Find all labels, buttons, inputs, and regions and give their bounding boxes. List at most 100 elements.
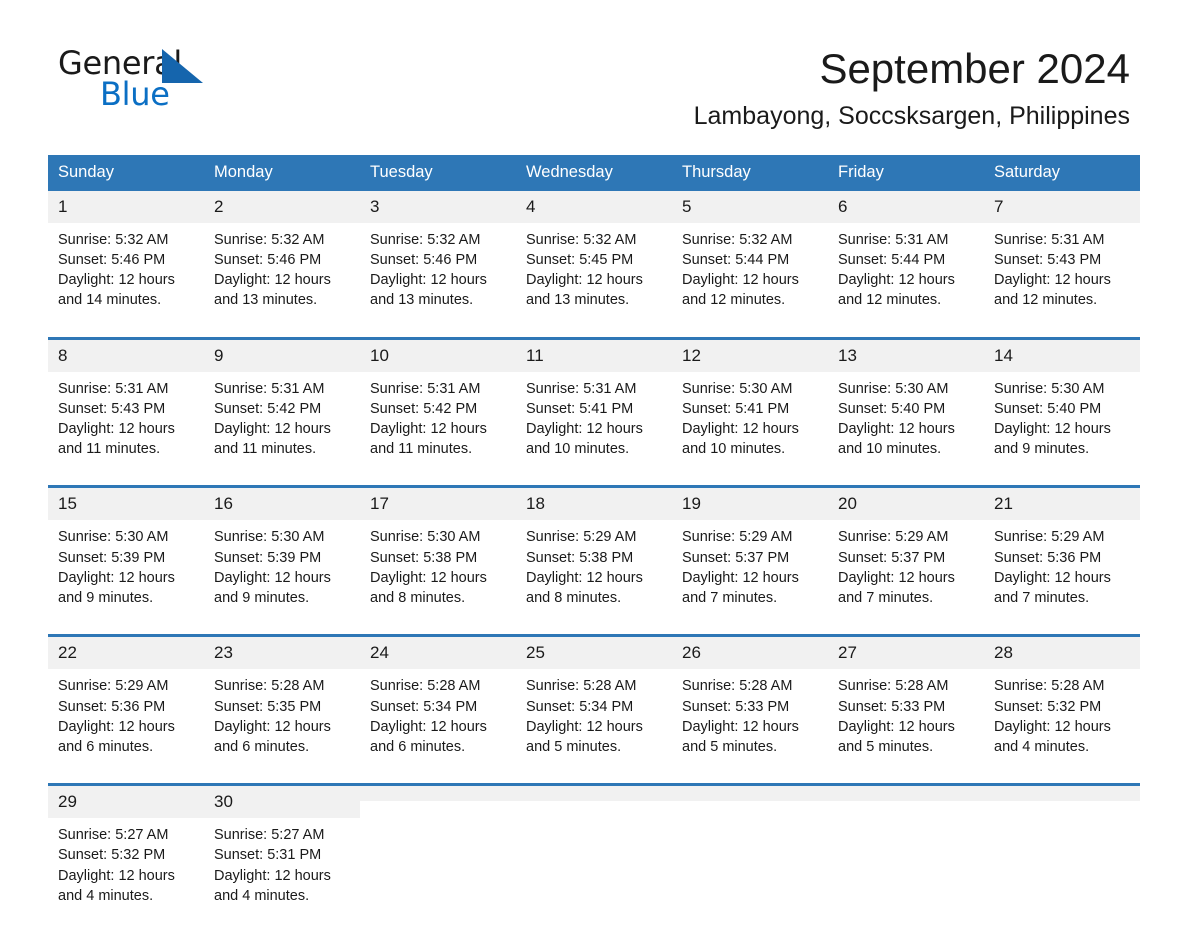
calendar-day-cell[interactable]: 3 Sunrise: 5:32 AM Sunset: 5:46 PM Daylight…: [360, 190, 516, 337]
day-details: [360, 801, 516, 834]
generalblue-logo: General Blue: [58, 44, 208, 113]
sunrise-text: Sunrise: 5:31 AM: [370, 380, 481, 397]
sunset-text: Sunset: 5:38 PM: [526, 549, 634, 566]
day-number: 9: [204, 336, 360, 372]
daylight-text-line2: and 4 minutes.: [994, 738, 1090, 755]
sunrise-text: Sunrise: 5:32 AM: [214, 231, 325, 248]
calendar-day-cell[interactable]: 13 Sunrise: 5:30 AM Sunset: 5:40 PM Dayligh…: [828, 336, 984, 486]
sunset-text: Sunset: 5:44 PM: [838, 252, 946, 269]
daylight-text-line2: and 11 minutes.: [214, 441, 317, 458]
sunrise-text: Sunrise: 5:31 AM: [526, 380, 637, 397]
calendar-day-cell[interactable]: 11 Sunrise: 5:31 AM Sunset: 5:41 PM Dayligh…: [516, 336, 672, 486]
day-details: Sunrise: 5:30 AM Sunset: 5:39 PM Daylight:…: [48, 520, 204, 634]
daylight-text-line1: Daylight: 12 hours: [214, 272, 331, 289]
sunrise-text: Sunrise: 5:27 AM: [58, 827, 169, 844]
daylight-text-line2: and 6 minutes.: [370, 738, 466, 755]
calendar-day-cell[interactable]: 1 Sunrise: 5:32 AM Sunset: 5:46 PM Daylight…: [48, 190, 204, 337]
day-details: Sunrise: 5:31 AM Sunset: 5:43 PM Daylight:…: [48, 372, 204, 486]
daylight-text-line1: Daylight: 12 hours: [838, 718, 955, 735]
day-number: 3: [360, 190, 516, 223]
calendar-day-cell[interactable]: 27 Sunrise: 5:28 AM Sunset: 5:33 PM Dayligh…: [828, 634, 984, 784]
day-number: 20: [828, 485, 984, 521]
day-details: Sunrise: 5:32 AM Sunset: 5:46 PM Daylight:…: [204, 223, 360, 337]
sunset-text: Sunset: 5:31 PM: [214, 847, 322, 864]
calendar-day-cell[interactable]: 6 Sunrise: 5:31 AM Sunset: 5:44 PM Daylight…: [828, 190, 984, 337]
calendar-day-cell[interactable]: 28 Sunrise: 5:28 AM Sunset: 5:32 PM Dayligh…: [984, 634, 1140, 784]
day-number: [672, 783, 828, 802]
day-details: Sunrise: 5:32 AM Sunset: 5:44 PM Daylight:…: [672, 223, 828, 337]
calendar-day-cell[interactable]: 14 Sunrise: 5:30 AM Sunset: 5:40 PM Dayligh…: [984, 336, 1140, 486]
calendar-day-cell[interactable]: 25 Sunrise: 5:28 AM Sunset: 5:34 PM Dayligh…: [516, 634, 672, 784]
day-number: 17: [360, 485, 516, 521]
calendar-day-cell[interactable]: 7 Sunrise: 5:31 AM Sunset: 5:43 PM Daylight…: [984, 190, 1140, 337]
calendar-day-cell[interactable]: 22 Sunrise: 5:29 AM Sunset: 5:36 PM Dayligh…: [48, 634, 204, 784]
sunset-text: Sunset: 5:32 PM: [58, 847, 166, 864]
day-number: 13: [828, 336, 984, 372]
calendar-day-cell[interactable]: 16 Sunrise: 5:30 AM Sunset: 5:39 PM Dayligh…: [204, 485, 360, 635]
daylight-text-line2: and 11 minutes.: [370, 441, 473, 458]
day-details: Sunrise: 5:30 AM Sunset: 5:39 PM Daylight:…: [204, 520, 360, 634]
sunset-text: Sunset: 5:46 PM: [58, 252, 166, 269]
day-number: [516, 783, 672, 802]
calendar-container: Sunday Monday Tuesday Wednesday Thursday…: [48, 154, 1140, 932]
sunset-text: Sunset: 5:37 PM: [682, 549, 790, 566]
calendar-day-cell[interactable]: 8 Sunrise: 5:31 AM Sunset: 5:43 PM Daylight…: [48, 336, 204, 486]
sunset-text: Sunset: 5:33 PM: [682, 698, 790, 715]
calendar-day-cell[interactable]: 19 Sunrise: 5:29 AM Sunset: 5:37 PM Dayligh…: [672, 485, 828, 635]
calendar-day-cell[interactable]: 24 Sunrise: 5:28 AM Sunset: 5:34 PM Dayligh…: [360, 634, 516, 784]
sunset-text: Sunset: 5:45 PM: [526, 252, 634, 269]
sunset-text: Sunset: 5:34 PM: [370, 698, 478, 715]
calendar-day-cell[interactable]: 18 Sunrise: 5:29 AM Sunset: 5:38 PM Dayligh…: [516, 485, 672, 635]
sunrise-text: Sunrise: 5:32 AM: [58, 231, 169, 248]
daylight-text-line1: Daylight: 12 hours: [370, 569, 487, 586]
calendar-day-cell[interactable]: 9 Sunrise: 5:31 AM Sunset: 5:42 PM Daylight…: [204, 336, 360, 486]
calendar-day-cell[interactable]: 12 Sunrise: 5:30 AM Sunset: 5:41 PM Dayligh…: [672, 336, 828, 486]
calendar-week-row: 29 Sunrise: 5:27 AM Sunset: 5:32 PM Dayligh…: [48, 783, 1140, 932]
calendar-week-row: 1 Sunrise: 5:32 AM Sunset: 5:46 PM Daylight…: [48, 190, 1140, 337]
calendar-day-cell[interactable]: 20 Sunrise: 5:29 AM Sunset: 5:37 PM Dayligh…: [828, 485, 984, 635]
weekday-header-wednesday: Wednesday: [516, 154, 672, 191]
calendar-day-cell[interactable]: 10 Sunrise: 5:31 AM Sunset: 5:42 PM Dayligh…: [360, 336, 516, 486]
sunset-text: Sunset: 5:43 PM: [58, 400, 166, 417]
calendar-day-cell[interactable]: 15 Sunrise: 5:30 AM Sunset: 5:39 PM Dayligh…: [48, 485, 204, 635]
calendar-table: Sunday Monday Tuesday Wednesday Thursday…: [48, 154, 1140, 932]
weekday-header-saturday: Saturday: [984, 154, 1140, 191]
calendar-day-cell[interactable]: 23 Sunrise: 5:28 AM Sunset: 5:35 PM Dayligh…: [204, 634, 360, 784]
sunset-text: Sunset: 5:40 PM: [838, 400, 946, 417]
daylight-text-line1: Daylight: 12 hours: [58, 421, 175, 438]
sunset-text: Sunset: 5:37 PM: [838, 549, 946, 566]
calendar-empty-cell: [828, 783, 984, 932]
day-details: Sunrise: 5:32 AM Sunset: 5:46 PM Daylight:…: [48, 223, 204, 337]
day-number: 11: [516, 336, 672, 372]
day-number: 15: [48, 485, 204, 521]
day-details: Sunrise: 5:27 AM Sunset: 5:32 PM Daylight:…: [48, 818, 204, 932]
sunrise-text: Sunrise: 5:28 AM: [994, 678, 1105, 695]
calendar-day-cell[interactable]: 2 Sunrise: 5:32 AM Sunset: 5:46 PM Daylight…: [204, 190, 360, 337]
daylight-text-line1: Daylight: 12 hours: [526, 569, 643, 586]
calendar-day-cell[interactable]: 21 Sunrise: 5:29 AM Sunset: 5:36 PM Dayligh…: [984, 485, 1140, 635]
sunrise-text: Sunrise: 5:31 AM: [58, 380, 169, 397]
sunrise-text: Sunrise: 5:30 AM: [994, 380, 1105, 397]
calendar-day-cell[interactable]: 17 Sunrise: 5:30 AM Sunset: 5:38 PM Dayligh…: [360, 485, 516, 635]
calendar-day-cell[interactable]: 4 Sunrise: 5:32 AM Sunset: 5:45 PM Daylight…: [516, 190, 672, 337]
daylight-text-line1: Daylight: 12 hours: [682, 421, 799, 438]
calendar-week-row: 22 Sunrise: 5:29 AM Sunset: 5:36 PM Dayligh…: [48, 634, 1140, 784]
sunset-text: Sunset: 5:33 PM: [838, 698, 946, 715]
daylight-text-line1: Daylight: 12 hours: [682, 569, 799, 586]
daylight-text-line2: and 11 minutes.: [58, 441, 161, 458]
daylight-text-line2: and 12 minutes.: [994, 292, 1098, 309]
calendar-day-cell[interactable]: 30 Sunrise: 5:27 AM Sunset: 5:31 PM Dayligh…: [204, 783, 360, 932]
daylight-text-line1: Daylight: 12 hours: [58, 718, 175, 735]
sunset-text: Sunset: 5:36 PM: [994, 549, 1102, 566]
daylight-text-line1: Daylight: 12 hours: [370, 718, 487, 735]
day-number: 25: [516, 634, 672, 670]
daylight-text-line2: and 12 minutes.: [838, 292, 942, 309]
calendar-day-cell[interactable]: 5 Sunrise: 5:32 AM Sunset: 5:44 PM Daylight…: [672, 190, 828, 337]
daylight-text-line1: Daylight: 12 hours: [838, 272, 955, 289]
sunset-text: Sunset: 5:35 PM: [214, 698, 322, 715]
daylight-text-line2: and 10 minutes.: [838, 441, 942, 458]
calendar-week-row: 15 Sunrise: 5:30 AM Sunset: 5:39 PM Dayligh…: [48, 485, 1140, 635]
calendar-day-cell[interactable]: 26 Sunrise: 5:28 AM Sunset: 5:33 PM Dayligh…: [672, 634, 828, 784]
sunset-text: Sunset: 5:32 PM: [994, 698, 1102, 715]
calendar-day-cell[interactable]: 29 Sunrise: 5:27 AM Sunset: 5:32 PM Dayligh…: [48, 783, 204, 932]
